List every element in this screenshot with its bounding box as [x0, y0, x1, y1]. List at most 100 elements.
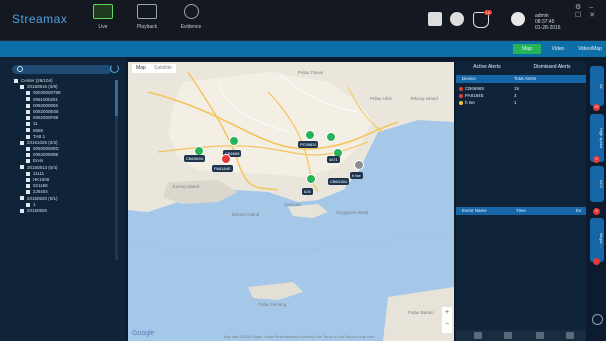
vehicle-icon: [26, 128, 30, 133]
nav-playback[interactable]: Playback: [132, 4, 162, 30]
place-label: Tekong Island: [410, 96, 438, 101]
device-tree-panel: Center (28/104) 20150816 (0/8) 0003000079E…: [0, 58, 126, 341]
group-icon: [20, 165, 24, 170]
place-label: Singapore Strait: [336, 210, 369, 215]
side-tab-label: All: [599, 83, 604, 89]
vehicle-icon: [26, 184, 30, 188]
search-icon: [17, 66, 23, 72]
tab-video[interactable]: Video: [545, 44, 571, 54]
map-type-satellite-button[interactable]: Satellite: [150, 64, 176, 73]
tree-scrollbar[interactable]: [115, 80, 118, 260]
place-label: Pulau Ubin: [370, 96, 393, 101]
view-tab-bar: Map Video Video/Map: [0, 41, 606, 57]
zoom-control[interactable]: + −: [442, 307, 452, 333]
vehicle-marker[interactable]: [326, 132, 336, 142]
play-icon: [137, 4, 157, 19]
nav-evidence[interactable]: Evidence: [176, 4, 206, 30]
vehicle-icon: [26, 190, 30, 195]
nav-live[interactable]: Live: [88, 4, 118, 30]
column-ev: Ev: [576, 208, 582, 213]
vehicle-marker[interactable]: [229, 136, 239, 146]
evidence-icon: [183, 4, 199, 19]
download-icon[interactable]: [450, 12, 464, 26]
top-bar: Streamax Live Playback Evidence 10 admin…: [0, 0, 606, 41]
alert-total: 1: [514, 100, 517, 105]
side-tab-badge: 19: [593, 104, 600, 111]
vehicle-marker[interactable]: [221, 154, 231, 164]
nav-evidence-label: Evidence: [180, 24, 202, 30]
tree-item-label: 0003000079E: [33, 90, 62, 96]
vehicle-icon: [26, 146, 30, 151]
export-icon[interactable]: [536, 332, 544, 339]
bus-icon[interactable]: [428, 12, 442, 26]
tab-map[interactable]: Map: [513, 44, 541, 54]
column-time: Time: [516, 208, 526, 213]
map-view[interactable]: Map Satellite Pulau Ubin Tekong Island J…: [128, 62, 454, 341]
status-dot: [459, 93, 463, 98]
group-icon: [20, 140, 24, 145]
tab-video-map[interactable]: Video/Map: [575, 44, 605, 54]
nav-live-label: Live: [98, 24, 108, 30]
table-row[interactable]: CB6698S 15: [459, 86, 584, 91]
notification-bell-icon[interactable]: 10: [473, 10, 492, 28]
tree-item[interactable]: 20150826: [14, 208, 114, 214]
refresh-icon[interactable]: [110, 64, 119, 73]
status-dot: [459, 86, 463, 91]
settings-icon[interactable]: [592, 314, 603, 325]
tree-item-label: 0082000E08: [33, 108, 59, 114]
group-icon: [14, 78, 18, 83]
vehicle-icon: [26, 153, 30, 158]
search-input[interactable]: [12, 65, 112, 74]
alert-table-header: Device Total Alerts: [456, 75, 586, 83]
vehicle-icon: [26, 122, 30, 127]
vehicle-label: 4671: [327, 156, 340, 163]
tree-item-label: 20150826: [27, 207, 48, 213]
tree-item-label: Center (28/104): [21, 78, 53, 83]
place-label: Bukom Island: [232, 212, 260, 217]
vehicle-icon: [26, 103, 30, 108]
tree-item-label: 20150816 (0/8): [27, 84, 58, 90]
tree-item-label: 11111: [33, 170, 45, 176]
side-tab-acc[interactable]: ACC: [590, 166, 604, 202]
table-row[interactable]: PA8184E 3: [459, 93, 584, 98]
tab-dismissed-alerts[interactable]: Dismissed Alerts: [518, 62, 586, 72]
event-table-header: Event Name Time Ev: [456, 207, 586, 215]
alert-total: 3: [514, 93, 517, 98]
map-footer: Map data ©2016 Google, Urban Redevelopme…: [224, 335, 375, 339]
column-event-name: Event Name: [462, 208, 487, 213]
group-icon: [20, 85, 24, 89]
user-icon[interactable]: [474, 332, 482, 339]
scrollbar-thumb[interactable]: [115, 80, 118, 116]
place-label: Pulau Penang: [258, 302, 287, 307]
vehicle-icon: [26, 171, 30, 176]
side-tab-illegal[interactable]: Illegal ...: [590, 218, 604, 262]
vehicle-label: 626: [302, 188, 313, 195]
vehicle-marker[interactable]: [306, 174, 316, 184]
nav-playback-label: Playback: [136, 24, 158, 30]
map-type-map-button[interactable]: Map: [132, 64, 150, 73]
table-row[interactable]: h tse 1: [459, 100, 584, 105]
notification-badge: 10: [483, 10, 492, 15]
zoom-out-button[interactable]: −: [442, 319, 452, 331]
vehicle-marker[interactable]: [305, 130, 315, 140]
snapshot-icon[interactable]: [504, 332, 512, 339]
tab-active-alerts[interactable]: Active Alerts: [456, 62, 518, 72]
side-tab-high-speed[interactable]: High speed: [590, 114, 604, 162]
app-logo: Streamax: [12, 12, 68, 26]
vehicle-label: PC5983J: [298, 141, 319, 148]
avatar[interactable]: [511, 12, 525, 26]
side-tab-all[interactable]: All: [590, 66, 604, 106]
headset-icon[interactable]: [566, 332, 574, 339]
window-controls[interactable]: ⚙ – ☐ ✕: [575, 3, 606, 19]
tree-item-label: 20150813 (0/4): [27, 164, 58, 170]
zoom-in-button[interactable]: +: [442, 307, 452, 319]
alert-total: 15: [514, 86, 520, 91]
group-icon: [20, 196, 24, 201]
side-tab-badge: 0: [593, 156, 600, 163]
tree-item-label: 11: [33, 121, 38, 127]
vehicle-marker[interactable]: [354, 160, 364, 170]
vehicle-label: CB6318U: [328, 178, 350, 185]
place-label: Pulau Pawai: [298, 70, 324, 75]
side-tab-badge: 4: [593, 208, 600, 215]
tree-item-label: 0082000055: [33, 102, 59, 108]
